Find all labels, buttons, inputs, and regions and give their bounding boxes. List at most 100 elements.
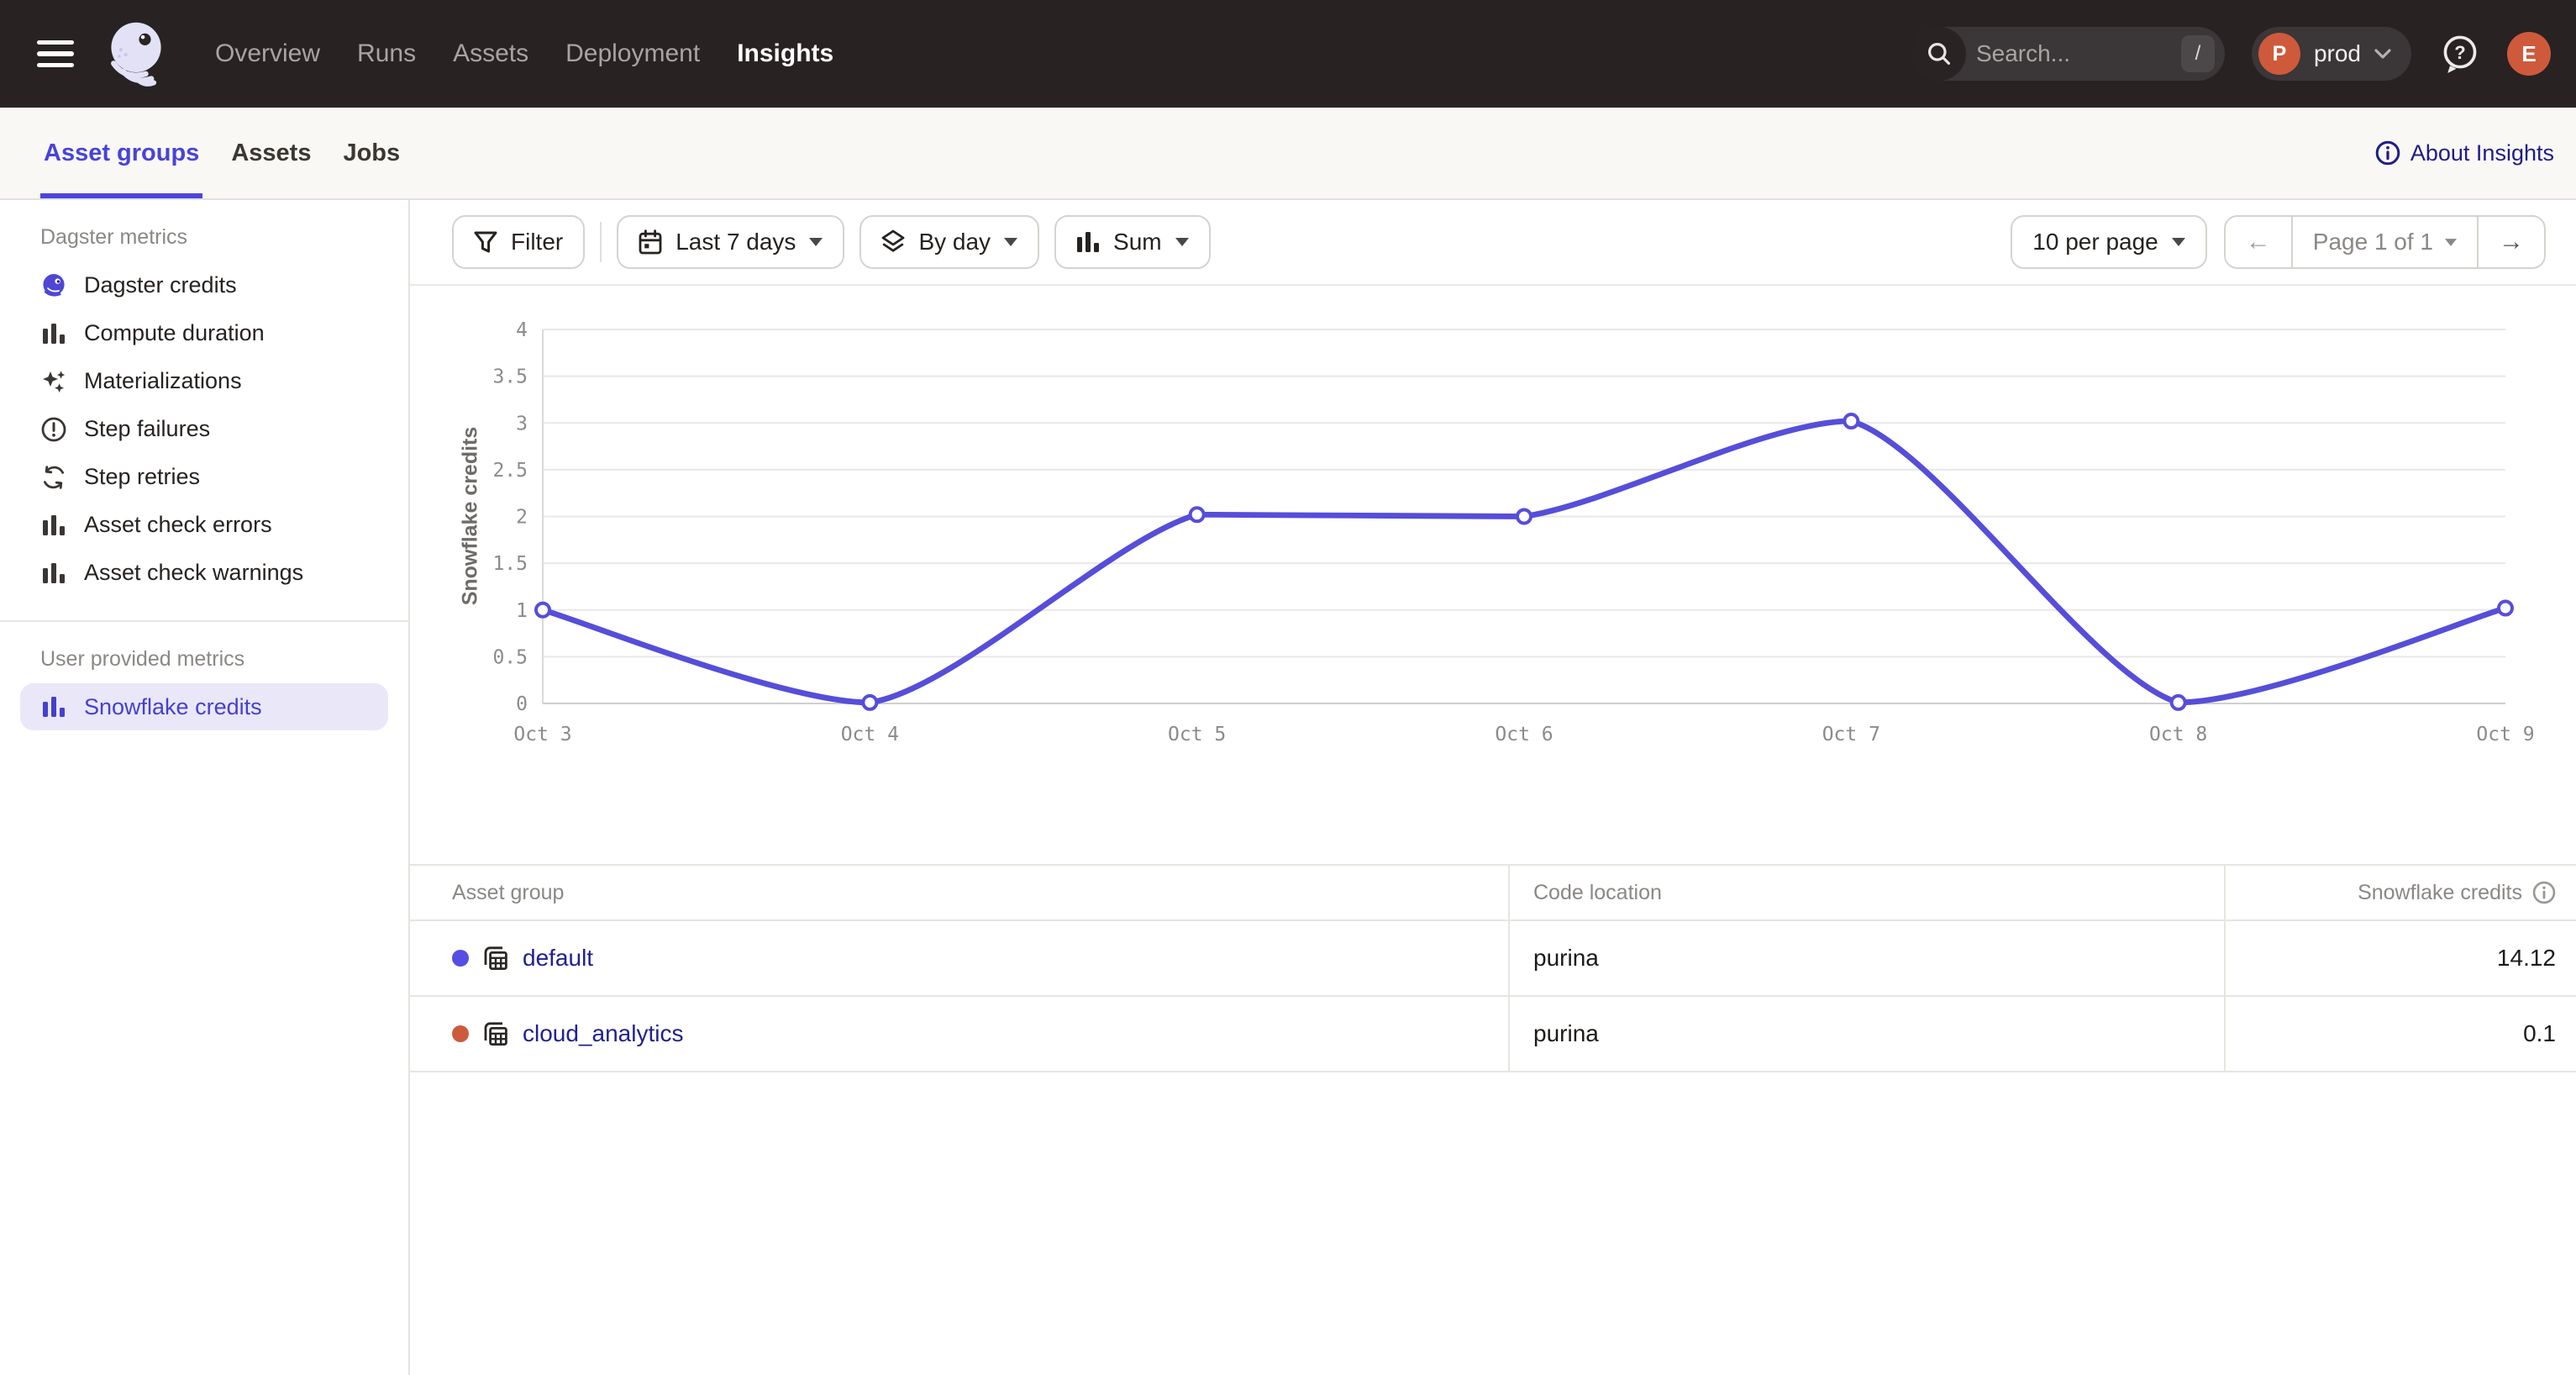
- svg-text:Oct 5: Oct 5: [1168, 724, 1226, 745]
- sidebar-item-compute-duration[interactable]: Compute duration: [0, 309, 408, 357]
- snowflake-credits-line-chart: Snowflake credits 00.511.522.533.54Oct 3…: [410, 286, 2576, 864]
- calendar-icon: [639, 229, 662, 255]
- dagster-insights-app: Overview Runs Assets Deployment Insights…: [0, 0, 2576, 1375]
- search-input[interactable]: [1966, 40, 2181, 67]
- code-location-cell: purina: [1509, 996, 2225, 1072]
- sidebar-item-label: Materializations: [84, 368, 242, 394]
- bar-chart-icon: [40, 560, 67, 587]
- next-page-button[interactable]: →: [2477, 217, 2544, 267]
- bar-chart-icon: [40, 512, 67, 539]
- svg-text:4: 4: [516, 319, 528, 341]
- bar-chart-icon: [40, 693, 67, 720]
- insights-tab-bar: Asset groups Assets Jobs About Insights: [0, 108, 2576, 200]
- chevron-down-icon: [2374, 49, 2391, 59]
- svg-text:2: 2: [516, 507, 528, 529]
- sidebar-item-dagster-credits[interactable]: Dagster credits: [0, 261, 408, 309]
- per-page-dropdown[interactable]: 10 per page: [2011, 215, 2206, 269]
- bar-chart-icon: [40, 320, 67, 347]
- page-indicator-dropdown[interactable]: Page 1 of 1: [2291, 217, 2477, 267]
- sidebar-section-title: User provided metrics: [40, 647, 368, 672]
- deployment-label: prod: [2314, 40, 2361, 67]
- retry-icon: [40, 464, 67, 491]
- asset-group-link[interactable]: default: [523, 945, 593, 972]
- sidebar-item-step-failures[interactable]: Step failures: [0, 405, 408, 453]
- svg-text:3: 3: [516, 413, 528, 435]
- svg-text:Oct 7: Oct 7: [1822, 724, 1880, 745]
- tab-assets[interactable]: Assets: [231, 108, 311, 198]
- nav-item-overview[interactable]: Overview: [215, 40, 320, 68]
- primary-nav: Overview Runs Assets Deployment Insights: [215, 40, 833, 68]
- sidebar-item-asset-check-warnings[interactable]: Asset check warnings: [0, 549, 408, 597]
- svg-text:Oct 9: Oct 9: [2476, 724, 2534, 745]
- dagster-logo-icon[interactable]: [101, 18, 171, 89]
- toolbar-divider: [600, 222, 602, 262]
- aggregation-dropdown[interactable]: Sum: [1054, 215, 1211, 269]
- nav-item-runs[interactable]: Runs: [357, 40, 416, 68]
- search-icon: [1912, 27, 1966, 81]
- bar-chart-icon: [1076, 231, 1100, 253]
- asset-group-link[interactable]: cloud_analytics: [523, 1020, 683, 1047]
- caret-down-icon: [2172, 238, 2185, 246]
- svg-text:?: ?: [2454, 42, 2465, 63]
- arrow-right-icon: →: [2499, 228, 2524, 256]
- deployment-switcher[interactable]: P prod: [2252, 27, 2411, 81]
- sidebar-item-snowflake-credits[interactable]: Snowflake credits: [20, 683, 388, 730]
- layers-icon: [881, 229, 905, 255]
- column-header-asset-group: Asset group: [410, 865, 1509, 920]
- sidebar-item-materializations[interactable]: Materializations: [0, 357, 408, 405]
- main-content: Filter Last 7 days By day Sum: [410, 200, 2576, 1375]
- nav-item-insights[interactable]: Insights: [737, 40, 833, 68]
- svg-text:2.5: 2.5: [492, 460, 528, 482]
- search-shortcut-badge: /: [2181, 35, 2215, 72]
- asset-group-sheets-icon: [482, 1019, 509, 1048]
- table-row: cloud_analytics purina 0.1: [410, 996, 2576, 1072]
- svg-text:Oct 3: Oct 3: [513, 724, 571, 745]
- svg-text:1.5: 1.5: [492, 553, 528, 575]
- funnel-icon: [474, 231, 497, 253]
- per-page-label: 10 per page: [2032, 229, 2158, 256]
- filter-button[interactable]: Filter: [452, 215, 585, 269]
- svg-text:Oct 8: Oct 8: [2149, 724, 2207, 745]
- sparkle-icon: [40, 368, 67, 395]
- alert-circle-icon: [40, 416, 67, 443]
- svg-text:3.5: 3.5: [492, 366, 528, 388]
- column-header-snowflake-credits: Snowflake credits: [2225, 865, 2576, 920]
- sidebar-item-asset-check-errors[interactable]: Asset check errors: [0, 501, 408, 549]
- tab-jobs[interactable]: Jobs: [343, 108, 400, 198]
- sidebar-item-label: Snowflake credits: [84, 694, 262, 720]
- help-icon[interactable]: ?: [2440, 33, 2480, 75]
- svg-text:Oct 4: Oct 4: [841, 724, 899, 745]
- pagination-control: ← Page 1 of 1 →: [2224, 215, 2546, 269]
- group-by-dropdown[interactable]: By day: [860, 215, 1039, 269]
- metric-value-cell: 0.1: [2225, 996, 2576, 1072]
- nav-item-deployment[interactable]: Deployment: [565, 40, 700, 68]
- global-search[interactable]: /: [1912, 27, 2225, 81]
- svg-text:0.5: 0.5: [492, 646, 528, 668]
- caret-down-icon: [809, 238, 823, 246]
- asset-group-sheets-icon: [482, 944, 509, 972]
- chart-toolbar: Filter Last 7 days By day Sum: [410, 200, 2576, 286]
- page-indicator-label: Page 1 of 1: [2313, 229, 2433, 256]
- tab-asset-groups[interactable]: Asset groups: [44, 108, 199, 198]
- time-range-dropdown[interactable]: Last 7 days: [617, 215, 844, 269]
- hamburger-menu-icon[interactable]: [37, 40, 74, 67]
- info-icon: [2375, 140, 2400, 166]
- sidebar-item-step-retries[interactable]: Step retries: [0, 453, 408, 501]
- about-insights-link[interactable]: About Insights: [2375, 108, 2554, 198]
- metrics-sidebar: Dagster metrics Dagster credits Compute …: [0, 200, 410, 1375]
- sidebar-item-label: Dagster credits: [84, 272, 237, 298]
- sidebar-item-label: Asset check warnings: [84, 560, 303, 586]
- series-color-dot: [452, 950, 469, 967]
- aggregation-label: Sum: [1113, 229, 1162, 256]
- asset-groups-table: Asset group Code location Snowflake cred…: [410, 864, 2576, 1072]
- info-icon[interactable]: [2532, 881, 2556, 904]
- previous-page-button[interactable]: ←: [2226, 217, 2291, 267]
- user-avatar[interactable]: E: [2507, 32, 2551, 76]
- dagster-octopus-icon: [40, 272, 67, 299]
- filter-label: Filter: [511, 229, 563, 256]
- table-row: default purina 14.12: [410, 920, 2576, 996]
- svg-text:0: 0: [516, 693, 528, 715]
- nav-item-assets[interactable]: Assets: [453, 40, 528, 68]
- sidebar-item-label: Step retries: [84, 464, 200, 490]
- sidebar-item-label: Compute duration: [84, 320, 265, 346]
